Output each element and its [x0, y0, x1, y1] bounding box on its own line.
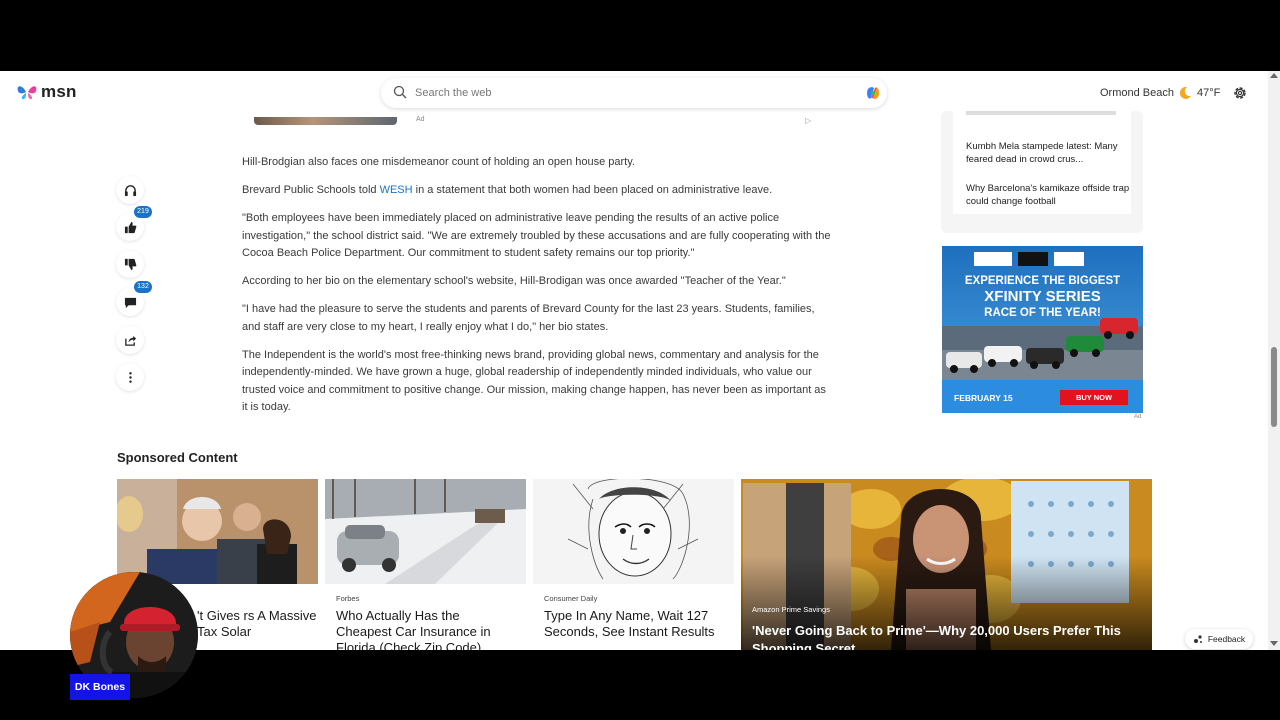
- feedback-button[interactable]: Feedback: [1185, 629, 1253, 649]
- comments-button[interactable]: 132: [116, 281, 152, 316]
- butterfly-icon: [17, 86, 37, 100]
- thumbs-up-icon: [124, 221, 136, 233]
- paragraph-text: Brevard Public Schools told: [242, 184, 380, 196]
- xfinity-series-ad[interactable]: EXPERIENCE THE BIGGEST XFINITY SERIES RA…: [942, 246, 1143, 413]
- ad-headline: EXPERIENCE THE BIGGEST XFINITY SERIES RA…: [942, 274, 1143, 320]
- ad-artwork: [942, 246, 1143, 413]
- comment-count-badge: 132: [134, 281, 152, 293]
- like-count-badge: 219: [134, 206, 152, 218]
- like-button[interactable]: 219: [116, 206, 152, 241]
- paragraph-text: in a statement that both women had been …: [412, 184, 773, 196]
- article-paragraph: "Both employees have been immediately pl…: [242, 212, 831, 259]
- sponsored-card[interactable]: Consumer Daily Type In Any Name, Wait 12…: [533, 479, 734, 650]
- sponsored-content-heading: Sponsored Content: [117, 450, 238, 465]
- scrollbar-thumb[interactable]: [1271, 347, 1277, 427]
- feedback-icon: [1193, 635, 1202, 643]
- search-icon: [393, 85, 407, 99]
- ad-tag: Ad: [416, 116, 425, 123]
- page-scrollbar[interactable]: [1268, 71, 1280, 650]
- clipped-item-remnant: [966, 111, 1116, 115]
- snowy-car-photo: [325, 479, 526, 584]
- card-image: [325, 479, 526, 584]
- card-title: 'Never Going Back to Prime'—Why 20,000 U…: [752, 623, 1121, 650]
- card-source: Forbes: [336, 594, 360, 603]
- card-title: Who Actually Has the Cheapest Car Insura…: [336, 608, 491, 650]
- ad-headline-line2: XFINITY SERIES: [984, 288, 1101, 305]
- ad-date: FEBRUARY 15: [954, 393, 1013, 403]
- copilot-icon[interactable]: [863, 83, 883, 103]
- scroll-up-arrow-icon[interactable]: [1270, 73, 1278, 78]
- sketch-portrait: [533, 479, 734, 584]
- article-paragraph: "I have had the pleasure to serve the st…: [242, 303, 815, 333]
- share-icon: [124, 335, 136, 346]
- trending-item[interactable]: Kumbh Mela stampede latest: Many feared …: [966, 140, 1131, 166]
- moon-weather-icon[interactable]: [1177, 85, 1193, 101]
- sponsored-card[interactable]: Forbes Who Actually Has the Cheapest Car…: [325, 479, 526, 650]
- gear-icon[interactable]: [1232, 85, 1248, 101]
- msn-logo[interactable]: msn: [16, 82, 77, 102]
- sponsored-card-featured[interactable]: Amazon Prime Savings 'Never Going Back t…: [741, 479, 1152, 650]
- article-paragraph: Hill-Brodgian also faces one misdemeanor…: [242, 156, 635, 168]
- wesh-link[interactable]: WESH: [380, 184, 413, 196]
- previous-ad-image[interactable]: [254, 117, 397, 125]
- share-button[interactable]: [116, 326, 144, 354]
- article-paragraph: Brevard Public Schools told WESH in a st…: [242, 182, 832, 200]
- card-image: [533, 479, 734, 584]
- article-body: Hill-Brodgian also faces one misdemeanor…: [242, 154, 832, 427]
- streamer-name-tag: DK Bones: [70, 674, 130, 700]
- more-options-button[interactable]: [116, 363, 144, 391]
- logo-text: msn: [41, 82, 77, 101]
- comment-icon: [124, 297, 136, 308]
- ad-headline-line3: RACE OF THE YEAR!: [984, 307, 1101, 319]
- browser-viewport: msn Ormond Beach 47°F Ad: [0, 71, 1280, 650]
- trending-list: Kumbh Mela stampede latest: Many feared …: [953, 111, 1131, 214]
- msn-header: msn Ormond Beach 47°F: [0, 71, 1280, 116]
- card-image: [117, 479, 318, 584]
- thumbs-down-icon: [124, 258, 136, 270]
- weather-location[interactable]: Ormond Beach: [1100, 87, 1174, 99]
- card-source: Amazon Prime Savings: [752, 605, 830, 614]
- listen-button[interactable]: [116, 176, 144, 204]
- card-source: Consumer Daily: [544, 594, 598, 603]
- article-paragraph: According to her bio on the elementary s…: [242, 275, 786, 287]
- ad-label: Ad: [1134, 414, 1142, 420]
- scroll-down-arrow-icon[interactable]: [1270, 641, 1278, 646]
- weather-temperature[interactable]: 47°F: [1197, 87, 1220, 99]
- article-paragraph: The Independent is the world's most free…: [242, 348, 826, 414]
- card-title: Type In Any Name, Wait 127 Seconds, See …: [544, 608, 715, 639]
- more-vertical-icon: [128, 371, 132, 383]
- feedback-label: Feedback: [1207, 634, 1246, 644]
- dislike-button[interactable]: [116, 250, 144, 278]
- ad-headline-line1: EXPERIENCE THE BIGGEST: [964, 275, 1121, 287]
- headphones-icon: [124, 184, 136, 196]
- ad-choices-icon[interactable]: ▷: [805, 116, 811, 125]
- card-title: 't Gives rs A Massive Tax Solar: [197, 608, 317, 639]
- courtroom-photo: [117, 479, 318, 584]
- trending-item[interactable]: Why Barcelona's kamikaze offside trap co…: [966, 182, 1131, 208]
- ad-buy-now-button[interactable]: BUY NOW: [1060, 393, 1128, 402]
- trending-news-card: Kumbh Mela stampede latest: Many feared …: [941, 111, 1143, 233]
- search-bar[interactable]: [381, 78, 887, 108]
- search-input[interactable]: [415, 78, 845, 108]
